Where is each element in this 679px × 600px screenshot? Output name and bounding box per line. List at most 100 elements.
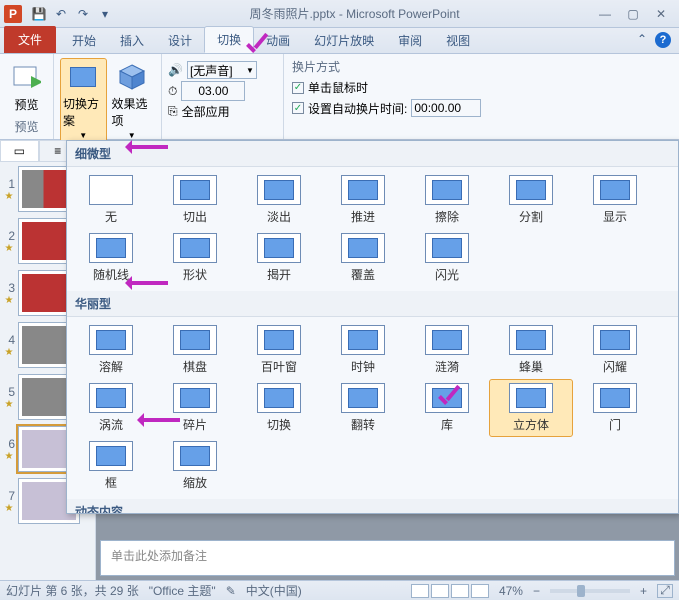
help-icon[interactable]: ? xyxy=(655,32,671,48)
transition-icon xyxy=(509,175,553,205)
minimize-button[interactable]: — xyxy=(595,5,615,23)
app-icon: P xyxy=(4,5,22,23)
slideshow-view-button[interactable] xyxy=(471,584,489,598)
transition-闪耀[interactable]: 闪耀 xyxy=(573,321,657,379)
thumb-number: 4 xyxy=(3,333,15,347)
slide-indicator: 幻灯片 第 6 张，共 29 张 xyxy=(6,582,139,599)
thumb-number: 6 xyxy=(3,437,15,451)
advance-group: 换片方式 单击鼠标时 设置自动换片时间: 00:00.00 xyxy=(284,54,489,139)
transition-揭开[interactable]: 揭开 xyxy=(237,229,321,287)
transition-label: 翻转 xyxy=(351,416,375,433)
reading-view-button[interactable] xyxy=(451,584,469,598)
transition-碎片[interactable]: 碎片 xyxy=(153,379,237,437)
auto-time-input[interactable]: 00:00.00 xyxy=(411,99,481,117)
notes-placeholder: 单击此处添加备注 xyxy=(111,549,207,563)
transition-无[interactable]: 无 xyxy=(69,171,153,229)
transition-scheme-button[interactable]: 切换方案 ▼ xyxy=(60,58,107,143)
transition-溶解[interactable]: 溶解 xyxy=(69,321,153,379)
transition-棋盘[interactable]: 棋盘 xyxy=(153,321,237,379)
zoom-out-button[interactable]: − xyxy=(533,584,540,598)
notes-pane[interactable]: 单击此处添加备注 xyxy=(100,540,675,576)
tab-home[interactable]: 开始 xyxy=(60,28,108,53)
transition-切换[interactable]: 切换 xyxy=(237,379,321,437)
transition-切出[interactable]: 切出 xyxy=(153,171,237,229)
transition-形状[interactable]: 形状 xyxy=(153,229,237,287)
transition-显示[interactable]: 显示 xyxy=(573,171,657,229)
qat-dropdown-icon[interactable]: ▾ xyxy=(96,5,114,23)
tab-design[interactable]: 设计 xyxy=(156,28,204,53)
transition-label: 涟漪 xyxy=(435,358,459,375)
transition-icon xyxy=(89,233,133,263)
language-indicator[interactable]: 中文(中国) xyxy=(246,582,302,599)
zoom-slider[interactable] xyxy=(550,589,630,593)
redo-icon[interactable]: ↷ xyxy=(74,5,92,23)
transition-分割[interactable]: 分割 xyxy=(489,171,573,229)
theme-indicator: "Office 主题" xyxy=(149,582,216,599)
minimize-ribbon-icon[interactable]: ⌃ xyxy=(637,32,647,48)
transition-label: 覆盖 xyxy=(351,266,375,283)
transition-star-icon: ★ xyxy=(5,191,14,202)
transition-icon xyxy=(173,233,217,263)
tab-file[interactable]: 文件 xyxy=(4,26,56,53)
transition-star-icon: ★ xyxy=(5,295,14,306)
normal-view-button[interactable] xyxy=(411,584,429,598)
zoom-in-button[interactable]: + xyxy=(640,584,647,598)
transition-立方体[interactable]: 立方体 xyxy=(489,379,573,437)
save-icon[interactable]: 💾 xyxy=(30,5,48,23)
transition-蜂巢[interactable]: 蜂巢 xyxy=(489,321,573,379)
transition-icon xyxy=(509,383,553,413)
auto-after-checkbox[interactable] xyxy=(292,102,304,114)
thumb-number: 5 xyxy=(3,385,15,399)
transition-label: 推进 xyxy=(351,208,375,225)
transition-star-icon: ★ xyxy=(5,399,14,410)
transition-icon xyxy=(341,383,385,413)
tab-slideshow[interactable]: 幻灯片放映 xyxy=(302,28,386,53)
transition-涡流[interactable]: 涡流 xyxy=(69,379,153,437)
transition-label: 蜂巢 xyxy=(519,358,543,375)
close-button[interactable]: ✕ xyxy=(651,5,671,23)
tab-animations[interactable]: 动画 xyxy=(254,28,302,53)
scheme-icon xyxy=(67,61,99,93)
scheme-label: 切换方案 xyxy=(63,95,104,129)
transition-淡出[interactable]: 淡出 xyxy=(237,171,321,229)
tab-transitions[interactable]: 切换 xyxy=(204,26,254,53)
maximize-button[interactable]: ▢ xyxy=(623,5,643,23)
tab-view[interactable]: 视图 xyxy=(434,28,482,53)
transition-百叶窗[interactable]: 百叶窗 xyxy=(237,321,321,379)
title-bar: P 💾 ↶ ↷ ▾ 周冬雨照片.pptx - Microsoft PowerPo… xyxy=(0,0,679,28)
transition-推进[interactable]: 推进 xyxy=(321,171,405,229)
on-click-checkbox[interactable] xyxy=(292,82,304,94)
tab-insert[interactable]: 插入 xyxy=(108,28,156,53)
transition-icon xyxy=(593,175,637,205)
transition-库[interactable]: 库 xyxy=(405,379,489,437)
zoom-value[interactable]: 47% xyxy=(499,584,523,598)
tab-review[interactable]: 审阅 xyxy=(386,28,434,53)
fit-to-window-button[interactable]: ⤢ xyxy=(657,584,673,598)
spellcheck-icon[interactable]: ✎ xyxy=(226,584,236,598)
transition-闪光[interactable]: 闪光 xyxy=(405,229,489,287)
transition-框[interactable]: 框 xyxy=(69,437,153,495)
transition-缩放[interactable]: 缩放 xyxy=(153,437,237,495)
ribbon: 预览 预览 切换方案 ▼ 效果选项 ▼ 🔊 [无声音]▼ ⏱ xyxy=(0,54,679,140)
sorter-view-button[interactable] xyxy=(431,584,449,598)
undo-icon[interactable]: ↶ xyxy=(52,5,70,23)
transition-擦除[interactable]: 擦除 xyxy=(405,171,489,229)
transition-涟漪[interactable]: 涟漪 xyxy=(405,321,489,379)
preview-button[interactable]: 预览 xyxy=(6,58,47,116)
chevron-down-icon: ▼ xyxy=(79,131,87,140)
effect-options-button[interactable]: 效果选项 ▼ xyxy=(109,58,156,143)
transition-时钟[interactable]: 时钟 xyxy=(321,321,405,379)
transition-label: 形状 xyxy=(183,266,207,283)
transition-覆盖[interactable]: 覆盖 xyxy=(321,229,405,287)
transition-翻转[interactable]: 翻转 xyxy=(321,379,405,437)
transition-icon xyxy=(257,383,301,413)
sound-select[interactable]: [无声音]▼ xyxy=(187,61,257,79)
transition-门[interactable]: 门 xyxy=(573,379,657,437)
thumb-number: 2 xyxy=(3,229,15,243)
duration-spinner[interactable]: 03.00 xyxy=(181,81,245,101)
transition-随机线[interactable]: 随机线 xyxy=(69,229,153,287)
apply-all-button[interactable]: ⎘ 全部应用 xyxy=(168,103,277,120)
options-label: 效果选项 xyxy=(112,95,153,129)
thumbnails-tab[interactable]: ▭ xyxy=(0,140,39,162)
play-icon xyxy=(11,62,43,94)
